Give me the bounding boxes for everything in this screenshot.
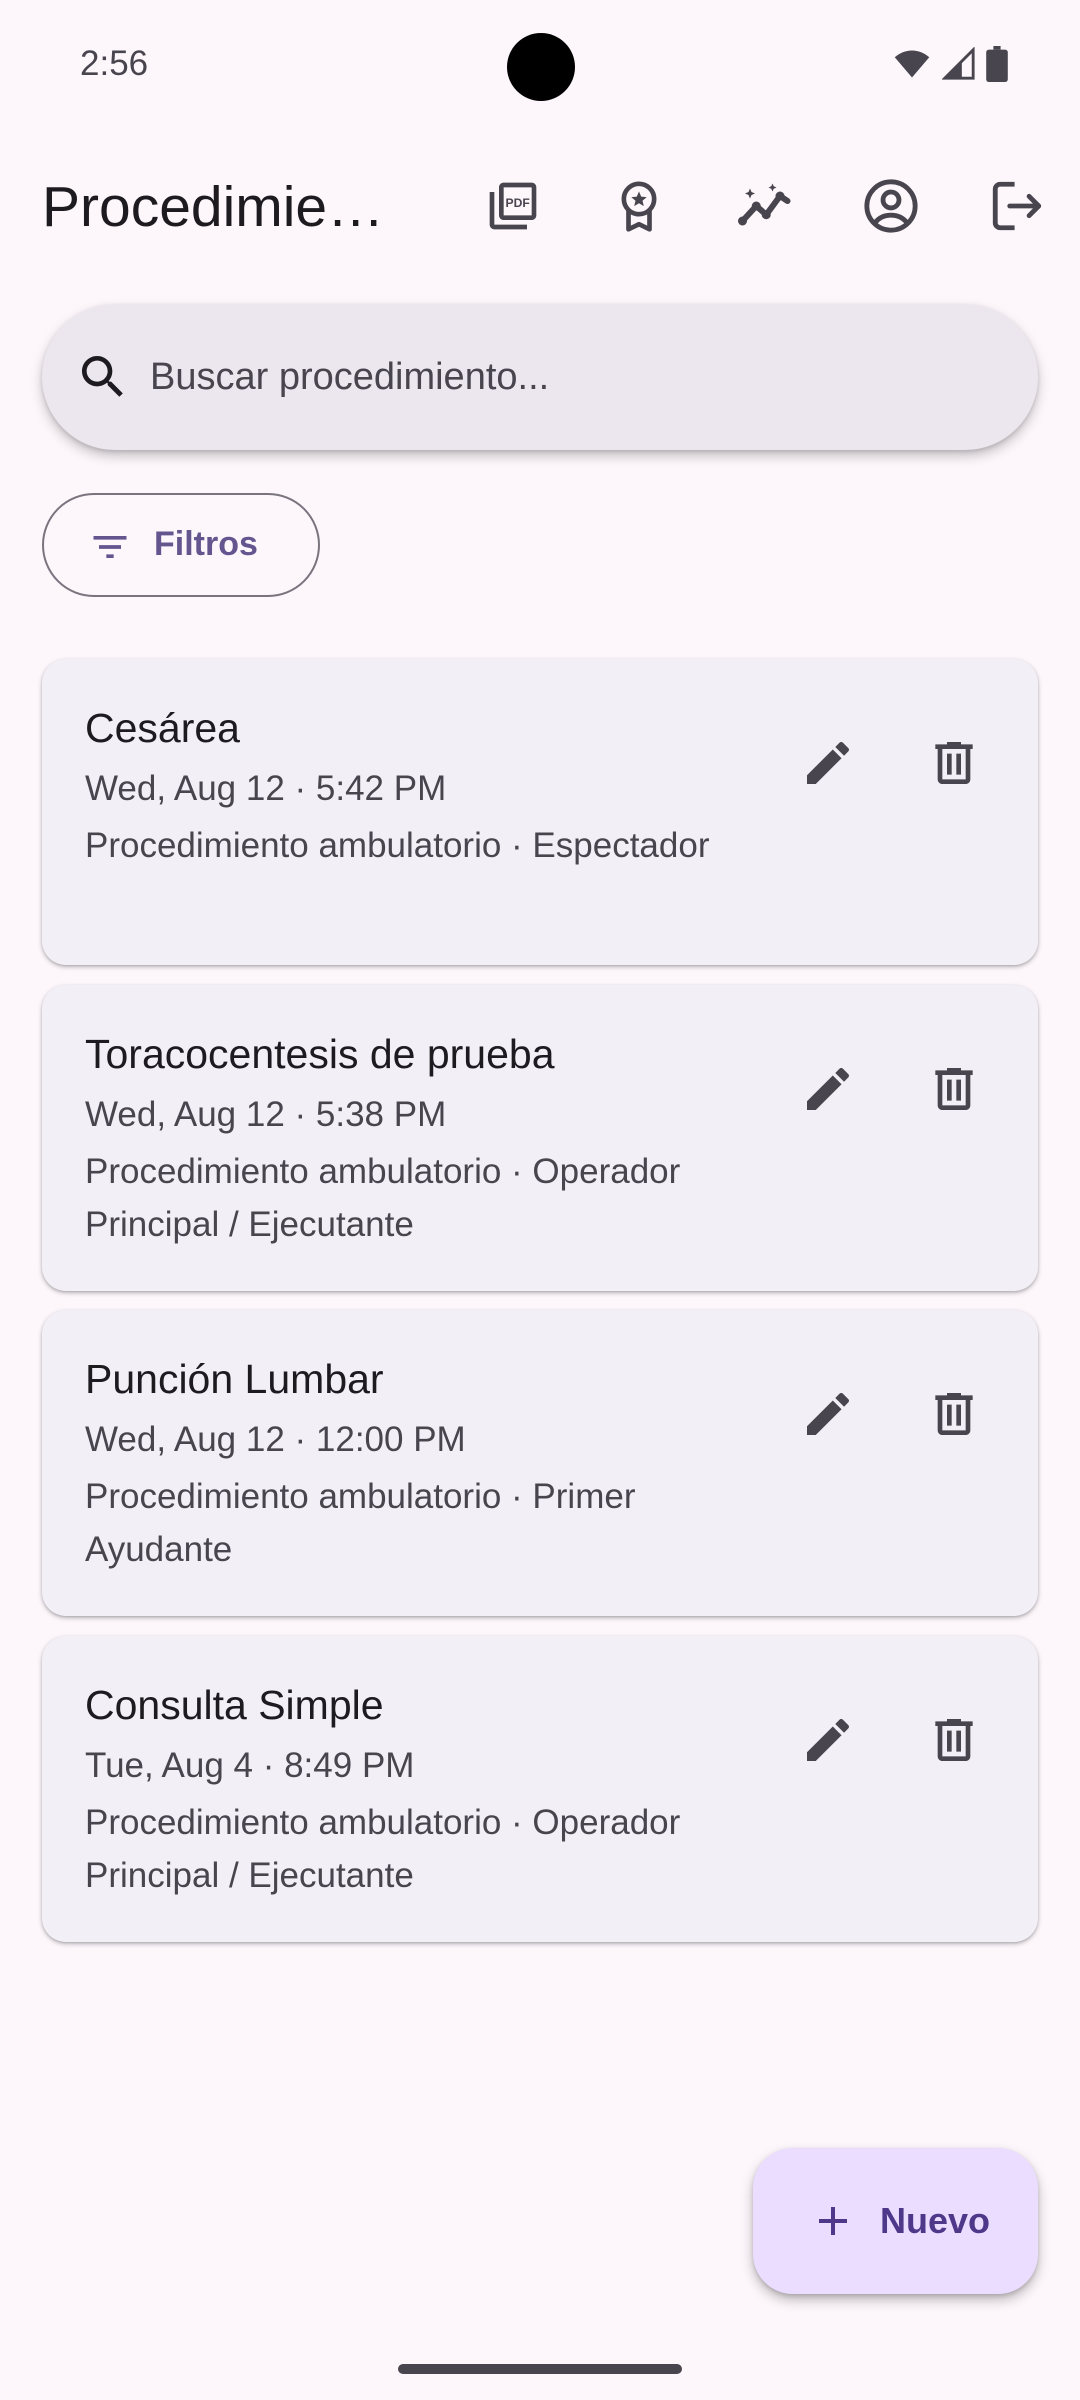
- filter-icon: [88, 525, 132, 569]
- pencil-icon: [800, 735, 856, 796]
- delete-button[interactable]: [914, 1702, 994, 1782]
- battery-icon: [986, 46, 1008, 87]
- page-title: Procedimientos: [42, 175, 412, 239]
- procedure-detail: Procedimiento ambulatorio · Primer Ayuda…: [85, 1477, 636, 1569]
- logout-button[interactable]: [977, 168, 1057, 248]
- pencil-icon: [800, 1386, 856, 1447]
- stats-icon: [735, 176, 795, 241]
- procedure-detail: Procedimiento ambulatorio · Espectador: [85, 826, 710, 865]
- pdf-icon: PDF: [485, 178, 541, 239]
- procedure-date: Tue, Aug 4 · 8:49 PM: [85, 1746, 415, 1785]
- procedure-detail: Procedimiento ambulatorio · Operador Pri…: [85, 1152, 681, 1244]
- procedure-detail: Procedimiento ambulatorio · Operador Pri…: [85, 1803, 681, 1895]
- procedure-card[interactable]: Punción Lumbar Wed, Aug 12 · 12:00 PM Pr…: [42, 1310, 1038, 1616]
- export-pdf-button[interactable]: PDF: [473, 168, 553, 248]
- procedure-card[interactable]: Consulta Simple Tue, Aug 4 · 8:49 PM Pro…: [42, 1636, 1038, 1942]
- cell-signal-icon: [941, 46, 976, 86]
- statistics-button[interactable]: [725, 168, 805, 248]
- svg-text:PDF: PDF: [506, 196, 530, 210]
- procedure-title: Cesárea: [85, 705, 240, 751]
- new-procedure-fab[interactable]: Nuevo: [753, 2148, 1038, 2294]
- delete-button[interactable]: [914, 1376, 994, 1456]
- trash-icon: [926, 1386, 982, 1447]
- status-icons: [892, 46, 1008, 87]
- edit-button[interactable]: [788, 725, 868, 805]
- procedure-date: Wed, Aug 12 · 5:42 PM: [85, 769, 447, 808]
- procedure-card[interactable]: Toracocentesis de prueba Wed, Aug 12 · 5…: [42, 985, 1038, 1291]
- search-icon: [67, 341, 139, 413]
- procedure-date: Wed, Aug 12 · 5:38 PM: [85, 1095, 447, 1134]
- pencil-icon: [800, 1712, 856, 1773]
- filters-chip-label: Filtros: [154, 525, 258, 563]
- top-app-bar: Procedimientos PDF: [0, 160, 1080, 256]
- fab-label: Nuevo: [880, 2200, 991, 2241]
- delete-button[interactable]: [914, 725, 994, 805]
- edit-button[interactable]: [788, 1702, 868, 1782]
- achievements-button[interactable]: [599, 168, 679, 248]
- trash-icon: [926, 1061, 982, 1122]
- procedure-title: Toracocentesis de prueba: [85, 1031, 555, 1077]
- pencil-icon: [800, 1061, 856, 1122]
- edit-button[interactable]: [788, 1376, 868, 1456]
- profile-button[interactable]: [851, 168, 931, 248]
- wifi-icon: [892, 46, 932, 87]
- award-icon: [611, 178, 667, 239]
- camera-cutout: [507, 33, 575, 101]
- gesture-navigation-bar[interactable]: [398, 2364, 682, 2374]
- trash-icon: [926, 735, 982, 796]
- procedure-title: Consulta Simple: [85, 1682, 384, 1728]
- procedure-date: Wed, Aug 12 · 12:00 PM: [85, 1420, 466, 1459]
- filters-chip[interactable]: Filtros: [42, 493, 320, 597]
- status-bar: 2:56: [0, 0, 1080, 135]
- edit-button[interactable]: [788, 1051, 868, 1131]
- plus-icon: [803, 2191, 863, 2251]
- search-bar[interactable]: [42, 304, 1038, 450]
- procedure-card[interactable]: Cesárea Wed, Aug 12 · 5:42 PM Procedimie…: [42, 659, 1038, 965]
- delete-button[interactable]: [914, 1051, 994, 1131]
- trash-icon: [926, 1712, 982, 1773]
- logout-icon: [988, 177, 1046, 240]
- status-time: 2:56: [80, 44, 149, 83]
- search-input[interactable]: [148, 334, 1008, 420]
- procedure-title: Punción Lumbar: [85, 1356, 384, 1402]
- account-icon: [862, 177, 920, 240]
